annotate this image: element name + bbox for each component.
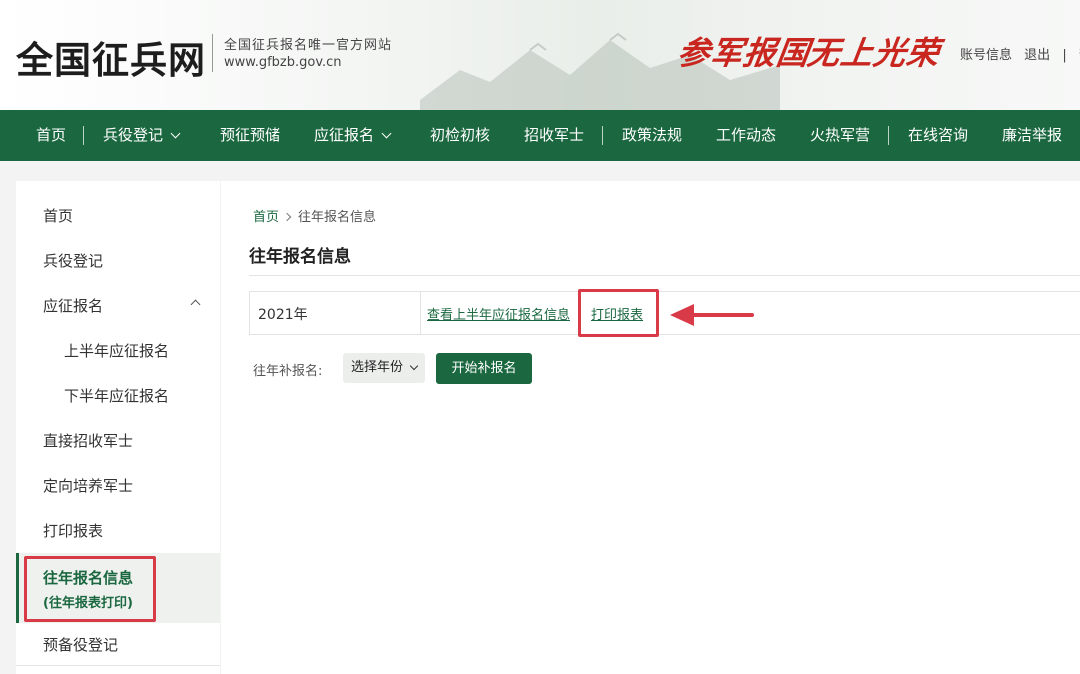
chevron-up-icon [190,299,201,310]
sidebar-item-label: 打印报表 [43,522,104,540]
year-select-value: 选择年份 [351,360,404,375]
site-header: 全国征兵网 全国征兵报名唯一官方网站 www.gfbzb.gov.cn 参军报国… [0,0,1080,110]
page-title: 往年报名信息 [249,247,351,267]
annotation-highlight-box [24,556,156,622]
sidebar-item-label: 预备役登记 [43,636,119,654]
nav-item-label: 预征预储 [220,126,281,144]
annotation-highlight-box [578,289,659,337]
nav-item-label: 首页 [36,126,67,144]
nav-item-label: 廉洁举报 [1002,126,1063,144]
chevron-right-icon [282,212,292,222]
site-subtitle: 全国征兵报名唯一官方网站 [224,38,393,53]
sidebar-item-label: 定向培养军士 [43,477,134,495]
nav-item-military-registration[interactable]: 兵役登记 [103,110,181,161]
breadcrumb: 首页 往年报名信息 [253,206,376,225]
nav-item-recruit-sergeant[interactable]: 招收军士 [524,110,584,161]
nav-item-label: 初检初核 [430,126,491,144]
nav-item-label: 应征报名 [314,126,375,144]
main-nav: 首页 兵役登记 预征预储 应征报名 初检初核 招收军士 政策法规 工作动态 火热… [0,110,1080,161]
start-supplement-button[interactable]: 开始补报名 [436,353,532,384]
sidebar-item-label: 上半年应征报名 [64,342,170,360]
nav-item-label: 政策法规 [622,126,683,144]
chevron-down-icon [170,128,181,139]
row-year: 2021年 [258,307,308,323]
sidebar-item-label: 直接招收军士 [43,432,134,450]
title-divider [249,275,1080,276]
slogan-right: 无上光荣 [805,34,943,72]
chevron-down-icon [409,361,419,371]
nav-item-policy[interactable]: 政策法规 [622,110,682,161]
sidebar-divider [16,665,220,666]
nav-item-barracks[interactable]: 火热军营 [810,110,870,161]
top-account-links: 账号信息 退出 | 帮 [960,44,1080,63]
sidebar-item-label: 首页 [43,207,74,225]
nav-item-report[interactable]: 廉洁举报 [1002,110,1062,161]
logo-divider [212,34,213,72]
logout-link[interactable]: 退出 [1024,48,1050,63]
sidebar-item-label: 应征报名 [43,297,104,315]
sidebar-item-label: 下半年应征报名 [64,387,170,405]
nav-item-label: 招收军士 [524,126,585,144]
account-info-link[interactable]: 账号信息 [960,48,1012,63]
nav-item-label: 兵役登记 [103,126,164,144]
site-logo-title[interactable]: 全国征兵网 [16,30,206,84]
chevron-down-icon [381,128,392,139]
nav-item-home[interactable]: 首页 [36,110,66,161]
site-url: www.gfbzb.gov.cn [224,55,342,70]
top-link-separator: | [1062,48,1067,63]
nav-item-label: 在线咨询 [908,126,969,144]
sidebar-item-label: 兵役登记 [43,252,104,270]
supplement-label: 往年补报名: [253,364,323,379]
nav-item-initial-check[interactable]: 初检初核 [430,110,490,161]
view-first-half-info-link[interactable]: 查看上半年应征报名信息 [427,304,570,323]
nav-item-news[interactable]: 工作动态 [716,110,776,161]
main-content: 首页 往年报名信息 往年报名信息 2021年 查看上半年应征报名信息 打印报表 往… [221,181,1080,674]
breadcrumb-current: 往年报名信息 [298,210,377,225]
nav-item-pre-recruit[interactable]: 预征预储 [220,110,280,161]
nav-separator [83,126,84,145]
nav-item-label: 火热军营 [810,126,871,144]
annotation-arrow-icon [670,304,754,326]
breadcrumb-home-link[interactable]: 首页 [253,210,279,225]
table-row: 2021年 查看上半年应征报名信息 打印报表 [249,291,1080,335]
year-select[interactable]: 选择年份 [343,353,425,383]
nav-item-consult[interactable]: 在线咨询 [908,110,968,161]
slogan-left: 参军报国 [675,34,813,72]
nav-item-enlist-apply[interactable]: 应征报名 [314,110,392,161]
nav-separator [602,126,603,145]
nav-separator [888,126,889,145]
nav-item-label: 工作动态 [716,126,777,144]
cell-divider [420,292,421,334]
